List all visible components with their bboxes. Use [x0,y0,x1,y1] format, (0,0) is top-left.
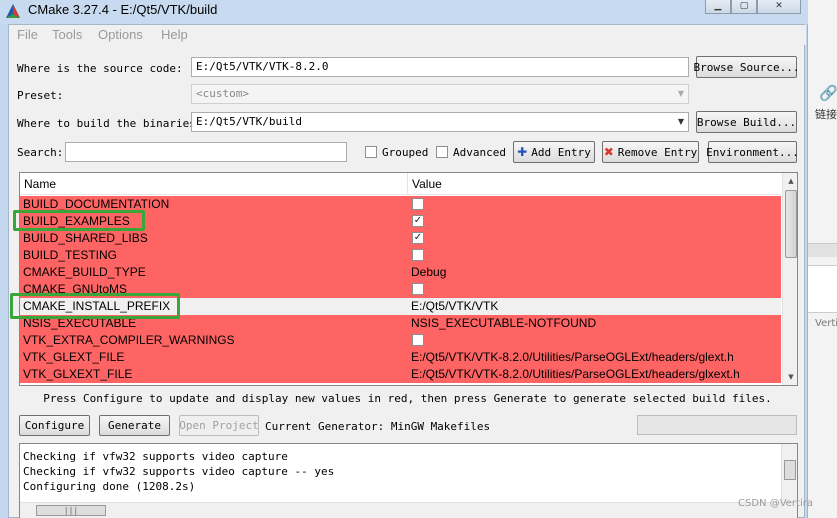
checked-checkbox[interactable]: ✓ [412,215,424,227]
entry-value[interactable]: E:/Qt5/VTK/VTK-8.2.0/Utilities/ParseOGLE… [411,367,740,381]
table-row[interactable]: VTK_GLEXT_FILE E:/Qt5/VTK/VTK-8.2.0/Utili… [20,349,781,366]
background-window: 🔗 链接 Vertira [806,0,837,518]
table-header: Name Value [20,173,781,195]
unchecked-checkbox[interactable] [412,249,424,261]
maximize-button[interactable]: ▢ [731,0,757,14]
table-row[interactable]: BUILD_TESTING [20,247,781,264]
add-entry-button[interactable]: ✚ Add Entry [513,141,595,163]
cmake-logo-icon [6,4,20,18]
output-log: Checking if vfw32 supports video capture… [19,443,798,518]
current-generator-label: Current Generator: MinGW Makefiles [265,420,491,433]
open-project-button[interactable]: Open Project [179,415,259,436]
scrollbar-thumb[interactable] [785,190,797,258]
background-divider [807,243,837,257]
build-path-value: E:/Qt5/VTK/build [196,115,302,128]
window-title: CMake 3.27.4 - E:/Qt5/VTK/build [28,2,218,17]
close-button[interactable]: ✕ [757,0,801,14]
table-scrollbar[interactable]: ▲ ▼ [782,173,797,385]
preset-label: Preset: [17,89,64,102]
unchecked-checkbox[interactable] [412,198,424,210]
cmake-window: CMake 3.27.4 - E:/Qt5/VTK/build ▁ ▢ ✕ Fi… [0,0,808,518]
menu-options[interactable]: Options [98,27,143,42]
unchecked-checkbox[interactable] [412,334,424,346]
remove-entry-label: Remove Entry [617,145,698,159]
source-label: Where is the source code: [17,62,183,75]
watermark: CSDN @Vertira [738,498,813,509]
log-line: Checking if vfw32 supports video capture [23,450,288,463]
preset-value: <custom> [196,87,249,100]
preset-dropdown[interactable]: <custom> ▼ [191,84,689,104]
chevron-down-icon: ▼ [677,117,684,126]
log-horizontal-scrollbar[interactable]: ||| [20,502,797,518]
background-partial-text: Vertira [815,318,837,329]
browse-build-button[interactable]: Browse Build... [696,111,797,133]
checked-checkbox[interactable]: ✓ [412,232,424,244]
plus-icon: ✚ [517,145,528,159]
add-entry-label: Add Entry [531,145,591,159]
source-path-input[interactable]: E:/Qt5/VTK/VTK-8.2.0 [191,57,689,77]
link-icon: 🔗 [819,84,837,102]
entry-name: VTK_GLEXT_FILE [23,350,125,364]
advanced-label: Advanced [453,146,506,159]
header-divider [407,173,408,195]
generate-button[interactable]: Generate [99,415,170,436]
log-line: Configuring done (1208.2s) [23,480,196,493]
entry-value[interactable]: E:/Qt5/VTK/VTK-8.2.0/Utilities/ParseOGLE… [411,350,734,364]
entry-value[interactable]: Debug [411,265,446,279]
entry-name: BUILD_SHARED_LIBS [23,231,148,245]
progress-bar [637,415,797,435]
value-column-header[interactable]: Value [412,177,442,191]
menu-bar: File Tools Options Help [9,25,806,45]
table-row[interactable]: CMAKE_BUILD_TYPE Debug [20,264,781,281]
entry-name: CMAKE_BUILD_TYPE [23,265,146,279]
scrollbar-thumb[interactable] [784,460,796,480]
scroll-up-arrow-icon[interactable]: ▲ [783,173,797,189]
entry-value[interactable]: NSIS_EXECUTABLE-NOTFOUND [411,316,596,330]
browse-source-button[interactable]: Browse Source... [694,56,799,78]
minimize-button[interactable]: ▁ [705,0,731,14]
menu-tools[interactable]: Tools [52,27,82,42]
menu-help[interactable]: Help [161,27,188,42]
log-vertical-scrollbar[interactable] [781,444,797,504]
entry-name: VTK_GLXEXT_FILE [23,367,133,381]
table-row[interactable]: VTK_EXTRA_COMPILER_WARNINGS [20,332,781,349]
entry-value[interactable]: E:/Qt5/VTK/VTK [411,299,498,313]
status-notice: Press Configure to update and display ne… [43,392,772,405]
grouped-label: Grouped [382,146,429,159]
chevron-down-icon: ▼ [677,89,684,98]
search-label: Search: [17,146,64,159]
unchecked-checkbox[interactable] [412,283,424,295]
background-panel [807,265,837,313]
search-input[interactable] [65,142,347,162]
window-controls: ▁ ▢ ✕ [705,0,801,14]
environment-button[interactable]: Environment... [706,141,799,163]
table-row[interactable]: BUILD_SHARED_LIBS ✓ [20,230,781,247]
cache-entries-table: Name Value BUILD_DOCUMENTATION BUILD_EXAM… [19,172,798,386]
menu-file[interactable]: File [17,27,38,42]
table-row[interactable]: VTK_GLXEXT_FILE E:/Qt5/VTK/VTK-8.2.0/Util… [20,366,781,383]
entry-name: BUILD_DOCUMENTATION [23,197,170,211]
build-path-dropdown[interactable]: E:/Qt5/VTK/build ▼ [191,112,689,132]
highlight-build-examples [13,210,145,231]
background-link-label: 链接 [815,108,837,121]
grouped-checkbox[interactable] [365,146,377,158]
scroll-down-arrow-icon[interactable]: ▼ [783,369,797,385]
highlight-cmake-install-prefix [10,293,180,319]
advanced-checkbox[interactable] [436,146,448,158]
configure-button[interactable]: Configure [19,415,90,436]
title-bar: CMake 3.27.4 - E:/Qt5/VTK/build ▁ ▢ ✕ [0,0,808,24]
entry-name: BUILD_TESTING [23,248,118,262]
entry-name: VTK_EXTRA_COMPILER_WARNINGS [23,333,235,347]
main-panel: File Tools Options Help Where is the sou… [8,24,806,518]
scrollbar-thumb[interactable]: ||| [36,505,106,516]
remove-entry-button[interactable]: ✖ Remove Entry [602,141,699,163]
binaries-label: Where to build the binaries: [17,117,203,130]
log-line: Checking if vfw32 supports video capture… [23,465,335,478]
name-column-header[interactable]: Name [24,177,56,191]
remove-x-icon: ✖ [603,145,614,159]
